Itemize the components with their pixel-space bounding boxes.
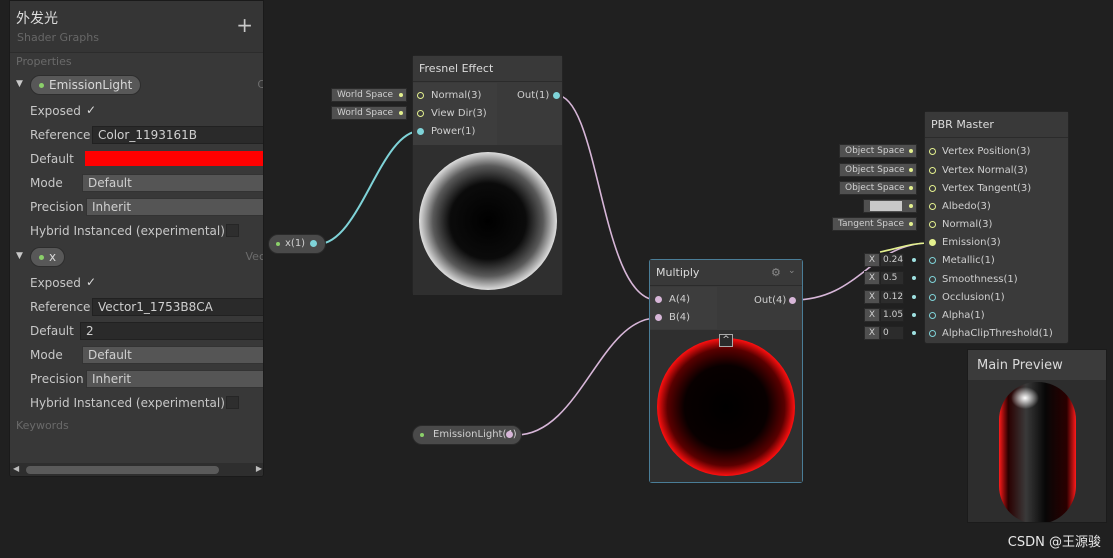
exposed-row: Exposed ✓ — [30, 103, 97, 118]
input-ports: A(4) B(4) — [650, 287, 717, 329]
viewdir-space-chip[interactable]: World Space — [331, 106, 407, 120]
property-pill[interactable]: EmissionLight — [30, 75, 142, 95]
port-out[interactable]: Out(1) — [517, 89, 560, 103]
chevron-down-icon[interactable]: ▼ — [16, 79, 23, 89]
vertex-tangent-space-chip[interactable]: Object Space — [839, 181, 917, 195]
albedo-color-field[interactable] — [863, 199, 917, 213]
arrow-left-icon[interactable]: ◀ — [13, 464, 19, 473]
mode-dropdown[interactable]: Default — [82, 346, 263, 364]
port-out[interactable] — [310, 240, 317, 247]
port-out[interactable]: Out(4) — [754, 294, 796, 308]
mode-dropdown[interactable]: Default — [82, 174, 263, 192]
blackboard-header: 外发光 Shader Graphs + — [10, 1, 263, 53]
chevron-down-icon[interactable]: ▼ — [16, 251, 23, 261]
node-title: PBR Master — [925, 112, 1068, 138]
multiply-node[interactable]: Multiply ⚙ ⌄ A(4) B(4) Out(4) ^ — [649, 259, 803, 483]
scrollbar-thumb[interactable] — [26, 466, 219, 474]
property-dot-icon — [420, 433, 424, 437]
x-property-node[interactable]: x(1) — [268, 234, 326, 254]
node-preview: ^ — [650, 330, 802, 482]
default-color-swatch[interactable] — [85, 151, 263, 166]
reference-row: Reference Color_1193161B — [30, 125, 263, 145]
vertex-position-space-chip[interactable]: Object Space — [839, 144, 917, 158]
main-preview-window[interactable]: Main Preview — [967, 349, 1107, 523]
reference-field[interactable]: Color_1193161B — [92, 126, 263, 144]
input-ports: Normal(3) View Dir(3) Power(1) — [413, 83, 497, 145]
vertex-normal-space-chip[interactable]: Object Space — [839, 163, 917, 177]
preview-title: Main Preview — [968, 350, 1106, 380]
node-preview — [413, 145, 562, 295]
exposed-row: Exposed ✓ — [30, 275, 97, 290]
port-out[interactable] — [506, 431, 513, 438]
multiply-preview-sphere — [657, 338, 795, 476]
blackboard-panel: 外发光 Shader Graphs + Properties ▼ Emissio… — [9, 0, 264, 477]
default-row: Default 2 — [30, 321, 263, 341]
mode-row: Mode Default — [30, 173, 263, 193]
port-dot-icon — [399, 111, 403, 115]
default-row: Default — [30, 149, 263, 169]
property-emissionlight[interactable]: ▼ EmissionLight C — [10, 75, 263, 97]
arrow-right-icon[interactable]: ▶ — [256, 464, 262, 473]
default-value-field[interactable]: 2 — [80, 322, 263, 340]
precision-dropdown[interactable]: Inherit — [86, 370, 263, 388]
port-dot-icon — [399, 93, 403, 97]
hybrid-checkbox[interactable] — [226, 224, 239, 237]
property-type-hint: Vec — [245, 250, 264, 263]
precision-row: Precision Inherit — [30, 369, 263, 389]
property-x[interactable]: ▼ x Vec — [10, 247, 264, 269]
node-title: Fresnel Effect — [413, 56, 562, 82]
reference-row: Reference Vector1_1753B8CA — [30, 297, 263, 317]
exposed-checkbox[interactable]: ✓ — [86, 103, 96, 117]
chevron-up-icon[interactable]: ^ — [719, 334, 733, 347]
normal-space-chip[interactable]: Tangent Space — [832, 217, 917, 231]
vector-type-icon — [39, 255, 44, 260]
property-dot-icon — [276, 242, 280, 246]
normal-space-chip[interactable]: World Space — [331, 88, 407, 102]
chevron-down-icon[interactable]: ⌄ — [788, 266, 796, 276]
fresnel-effect-node[interactable]: Fresnel Effect Normal(3) View Dir(3) Pow… — [412, 55, 563, 295]
pbr-master-node[interactable]: PBR Master Vertex Position(3) Vertex Nor… — [924, 111, 1069, 344]
plus-icon[interactable]: + — [236, 15, 253, 35]
mode-row: Mode Default — [30, 345, 263, 365]
exposed-checkbox[interactable]: ✓ — [86, 275, 96, 289]
watermark: CSDN @王源骏 — [1007, 535, 1101, 550]
hybrid-checkbox[interactable] — [226, 396, 239, 409]
keywords-label: Keywords — [16, 419, 69, 432]
emissionlight-property-node[interactable]: EmissionLight(4) — [412, 425, 522, 445]
precision-row: Precision Inherit — [30, 197, 263, 217]
reference-field[interactable]: Vector1_1753B8CA — [92, 298, 263, 316]
fresnel-preview-sphere — [419, 152, 557, 290]
property-type-hint: C — [257, 78, 263, 91]
color-type-icon — [39, 83, 44, 88]
hybrid-row: Hybrid Instanced (experimental) — [30, 221, 263, 241]
precision-dropdown[interactable]: Inherit — [86, 198, 263, 216]
preview-capsule — [999, 382, 1076, 522]
properties-label: Properties — [16, 55, 72, 68]
horizontal-scrollbar[interactable]: ◀ ▶ — [10, 463, 263, 476]
graph-subtitle: Shader Graphs — [17, 31, 99, 44]
property-pill[interactable]: x — [30, 247, 66, 267]
hybrid-row: Hybrid Instanced (experimental) — [30, 393, 263, 413]
gear-icon[interactable]: ⚙ — [771, 266, 781, 279]
graph-title: 外发光 — [16, 11, 58, 27]
